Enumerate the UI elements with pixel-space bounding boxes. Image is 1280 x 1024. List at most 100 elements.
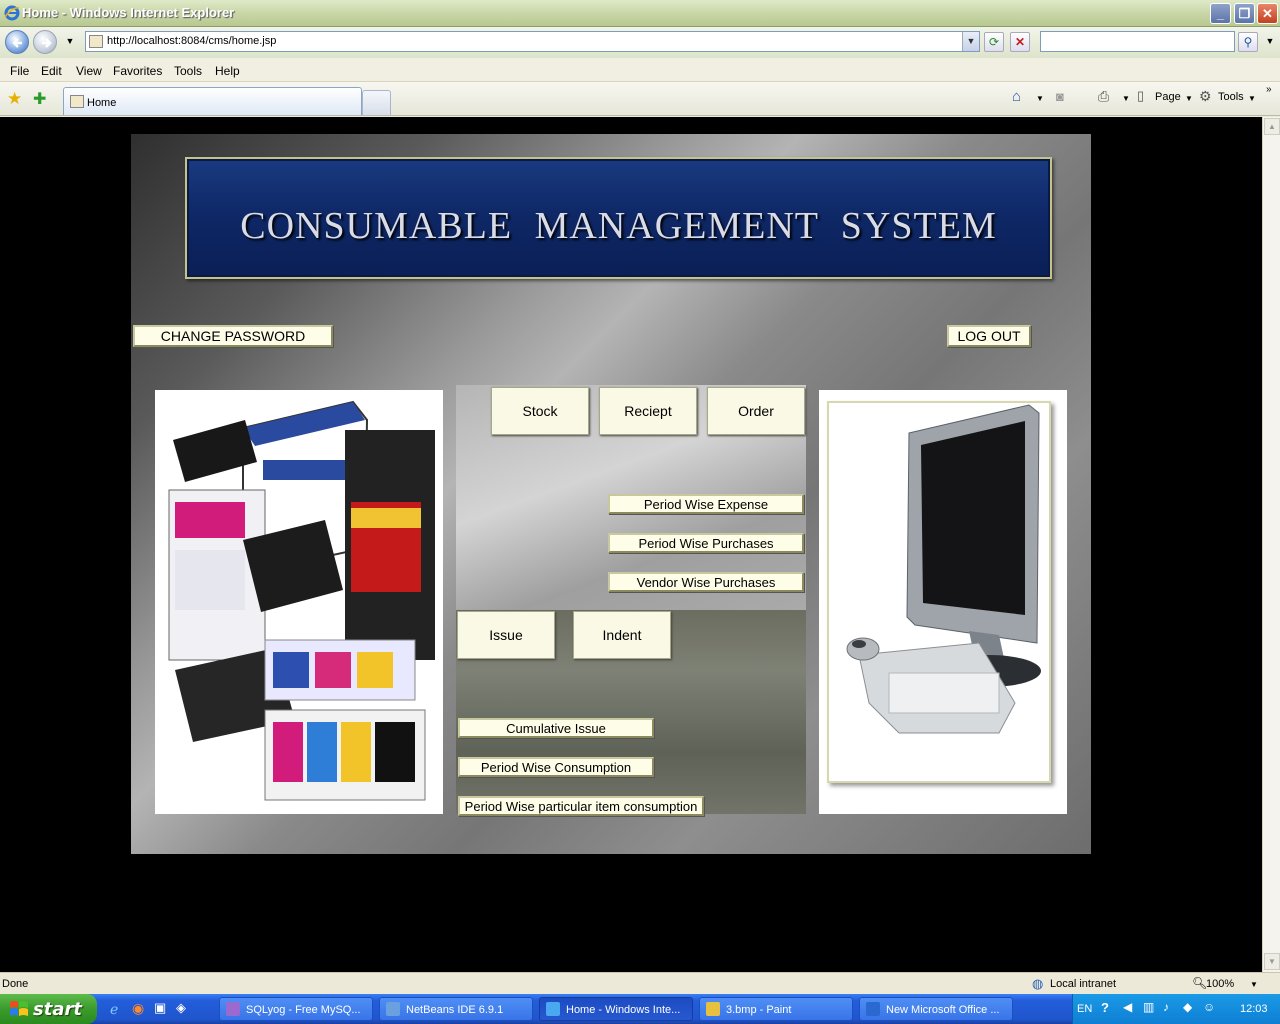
security-tray-icon[interactable]: ◆ bbox=[1183, 1000, 1192, 1014]
task-internet-explorer[interactable]: Home - Windows Inte... bbox=[539, 997, 693, 1021]
address-url: http://localhost:8084/cms/home.jsp bbox=[107, 35, 277, 47]
address-toolbar: ▼ http://localhost:8084/cms/home.jsp ▼ ⟳… bbox=[0, 27, 1280, 58]
tools-dropdown-icon[interactable]: ▼ bbox=[1248, 94, 1256, 103]
task-paint[interactable]: 3.bmp - Paint bbox=[699, 997, 853, 1021]
messenger-tray-icon[interactable]: ☺ bbox=[1203, 1000, 1215, 1014]
security-zone: Local intranet bbox=[1050, 978, 1117, 990]
computer-image bbox=[819, 390, 1067, 814]
order-button[interactable]: Order bbox=[707, 387, 805, 435]
ie-logo-icon bbox=[4, 5, 20, 21]
menu-help[interactable]: Help bbox=[215, 64, 240, 78]
zoom-level[interactable]: 100% bbox=[1206, 978, 1234, 990]
task-ie-label: Home - Windows Inte... bbox=[566, 1004, 681, 1016]
zoom-dropdown-icon[interactable]: ▼ bbox=[1250, 980, 1258, 989]
search-icon[interactable]: ⚲ bbox=[1238, 32, 1258, 52]
close-button[interactable]: ✕ bbox=[1257, 3, 1278, 24]
logout-button[interactable]: LOG OUT bbox=[947, 325, 1031, 347]
feeds-icon[interactable]: ◙ bbox=[1056, 89, 1064, 104]
status-bar: Done ◍ Local intranet 🔍︎ 100% ▼ bbox=[0, 972, 1280, 994]
window-title: Home - Windows Internet Explorer bbox=[22, 5, 235, 20]
network-tray-icon[interactable]: ▥ bbox=[1143, 1000, 1154, 1014]
help-tray-icon[interactable]: ? bbox=[1101, 1000, 1109, 1015]
menu-edit[interactable]: Edit bbox=[41, 64, 62, 78]
period-wise-purchases-button[interactable]: Period Wise Purchases bbox=[608, 533, 804, 553]
menu-bar: File Edit View Favorites Tools Help bbox=[0, 58, 1280, 82]
stock-button[interactable]: Stock bbox=[491, 387, 589, 435]
favorites-star-icon[interactable]: ★ bbox=[7, 89, 22, 109]
minimize-button[interactable]: _ bbox=[1210, 3, 1231, 24]
task-office[interactable]: New Microsoft Office ... bbox=[859, 997, 1013, 1021]
menu-tools[interactable]: Tools bbox=[174, 64, 202, 78]
volume-tray-icon[interactable]: ♪ bbox=[1163, 1000, 1169, 1014]
menu-favorites[interactable]: Favorites bbox=[113, 64, 162, 78]
menu-view[interactable]: View bbox=[76, 64, 102, 78]
restore-button[interactable]: ❐ bbox=[1234, 3, 1255, 24]
task-netbeans-label: NetBeans IDE 6.9.1 bbox=[406, 1004, 504, 1016]
vertical-scrollbar[interactable]: ▲ ▼ bbox=[1262, 117, 1280, 972]
tray-arrow-icon[interactable]: ◀ bbox=[1123, 1000, 1132, 1014]
address-bar[interactable]: http://localhost:8084/cms/home.jsp ▼ bbox=[85, 31, 980, 52]
tab-home[interactable]: Home bbox=[63, 87, 362, 115]
search-input[interactable] bbox=[1040, 31, 1235, 52]
banner: CONSUMABLE MANAGEMENT SYSTEM bbox=[185, 157, 1052, 279]
task-netbeans[interactable]: NetBeans IDE 6.9.1 bbox=[379, 997, 533, 1021]
address-dropdown-icon[interactable]: ▼ bbox=[962, 32, 979, 51]
sqlyog-icon bbox=[226, 1002, 240, 1016]
print-icon[interactable]: ⎙ bbox=[1098, 88, 1109, 105]
cumulative-issue-button[interactable]: Cumulative Issue bbox=[458, 718, 654, 738]
language-indicator[interactable]: EN bbox=[1077, 1003, 1092, 1015]
quicklaunch-ie-icon[interactable]: ℯ bbox=[110, 1001, 118, 1018]
back-arrow-icon bbox=[12, 38, 22, 48]
chevron-more-icon[interactable]: » bbox=[1266, 84, 1272, 95]
task-sqlyog-label: SQLyog - Free MySQ... bbox=[246, 1004, 361, 1016]
recent-pages-dropdown[interactable]: ▼ bbox=[60, 32, 80, 52]
period-wise-consumption-button[interactable]: Period Wise Consumption bbox=[458, 757, 654, 777]
page-menu-label[interactable]: Page bbox=[1155, 91, 1181, 103]
print-dropdown-icon[interactable]: ▼ bbox=[1122, 94, 1130, 103]
windows-logo-icon bbox=[10, 1001, 28, 1016]
home-icon[interactable]: ⌂ bbox=[1012, 88, 1021, 105]
period-wise-particular-item-button[interactable]: Period Wise particular item consumption bbox=[458, 796, 704, 816]
page-favicon-icon bbox=[89, 35, 103, 48]
tools-menu-label[interactable]: Tools bbox=[1218, 91, 1244, 103]
office-icon bbox=[866, 1002, 880, 1016]
desktop-computer-icon bbox=[846, 404, 1041, 734]
taskbar: start ℯ ◉ ▣ ◈ SQLyog - Free MySQ... NetB… bbox=[0, 994, 1280, 1024]
task-office-label: New Microsoft Office ... bbox=[886, 1004, 1000, 1016]
scroll-up-icon[interactable]: ▲ bbox=[1264, 118, 1280, 135]
home-dropdown-icon[interactable]: ▼ bbox=[1036, 94, 1044, 103]
zoom-icon[interactable]: 🔍︎ bbox=[1192, 976, 1207, 990]
search-options-dropdown[interactable]: ▼ bbox=[1260, 32, 1280, 52]
page-menu-icon[interactable]: ▯ bbox=[1137, 88, 1144, 104]
back-button[interactable] bbox=[5, 30, 29, 54]
scroll-down-icon[interactable]: ▼ bbox=[1264, 953, 1280, 970]
add-favorite-icon[interactable]: ✚ bbox=[33, 89, 46, 109]
new-tab-button[interactable] bbox=[362, 90, 391, 115]
page-dropdown-icon[interactable]: ▼ bbox=[1185, 94, 1193, 103]
quicklaunch-app-icon[interactable]: ▣ bbox=[154, 1000, 166, 1016]
gear-icon[interactable]: ⚙ bbox=[1199, 88, 1212, 105]
start-button[interactable]: start bbox=[0, 994, 97, 1024]
intranet-globe-icon: ◍ bbox=[1032, 976, 1044, 991]
ie-task-icon bbox=[546, 1002, 560, 1016]
change-password-button[interactable]: CHANGE PASSWORD bbox=[133, 325, 333, 347]
stop-button[interactable]: ✕ bbox=[1010, 32, 1030, 52]
netbeans-icon bbox=[386, 1002, 400, 1016]
title-bar: Home - Windows Internet Explorer _ ❐ ✕ bbox=[0, 0, 1280, 27]
tab-bar: ★ ✚ Home ⌂ ▼ ◙ ⎙ ▼ ▯ Page ▼ ⚙ Tools ▼ » bbox=[0, 82, 1280, 116]
issue-button[interactable]: Issue bbox=[457, 611, 555, 659]
status-text: Done bbox=[2, 978, 29, 990]
task-paint-label: 3.bmp - Paint bbox=[726, 1004, 792, 1016]
quicklaunch-browser-icon[interactable]: ◈ bbox=[176, 1000, 186, 1016]
reciept-button[interactable]: Reciept bbox=[599, 387, 697, 435]
printer-cartridges-icon bbox=[155, 390, 443, 814]
quicklaunch-firefox-icon[interactable]: ◉ bbox=[132, 1000, 144, 1017]
indent-button[interactable]: Indent bbox=[573, 611, 671, 659]
forward-button[interactable] bbox=[33, 30, 57, 54]
menu-file[interactable]: File bbox=[10, 64, 29, 78]
refresh-button[interactable]: ⟳ bbox=[984, 32, 1004, 52]
period-wise-expense-button[interactable]: Period Wise Expense bbox=[608, 494, 804, 514]
task-sqlyog[interactable]: SQLyog - Free MySQ... bbox=[219, 997, 373, 1021]
tab-home-label: Home bbox=[87, 97, 117, 109]
vendor-wise-purchases-button[interactable]: Vendor Wise Purchases bbox=[608, 572, 804, 592]
